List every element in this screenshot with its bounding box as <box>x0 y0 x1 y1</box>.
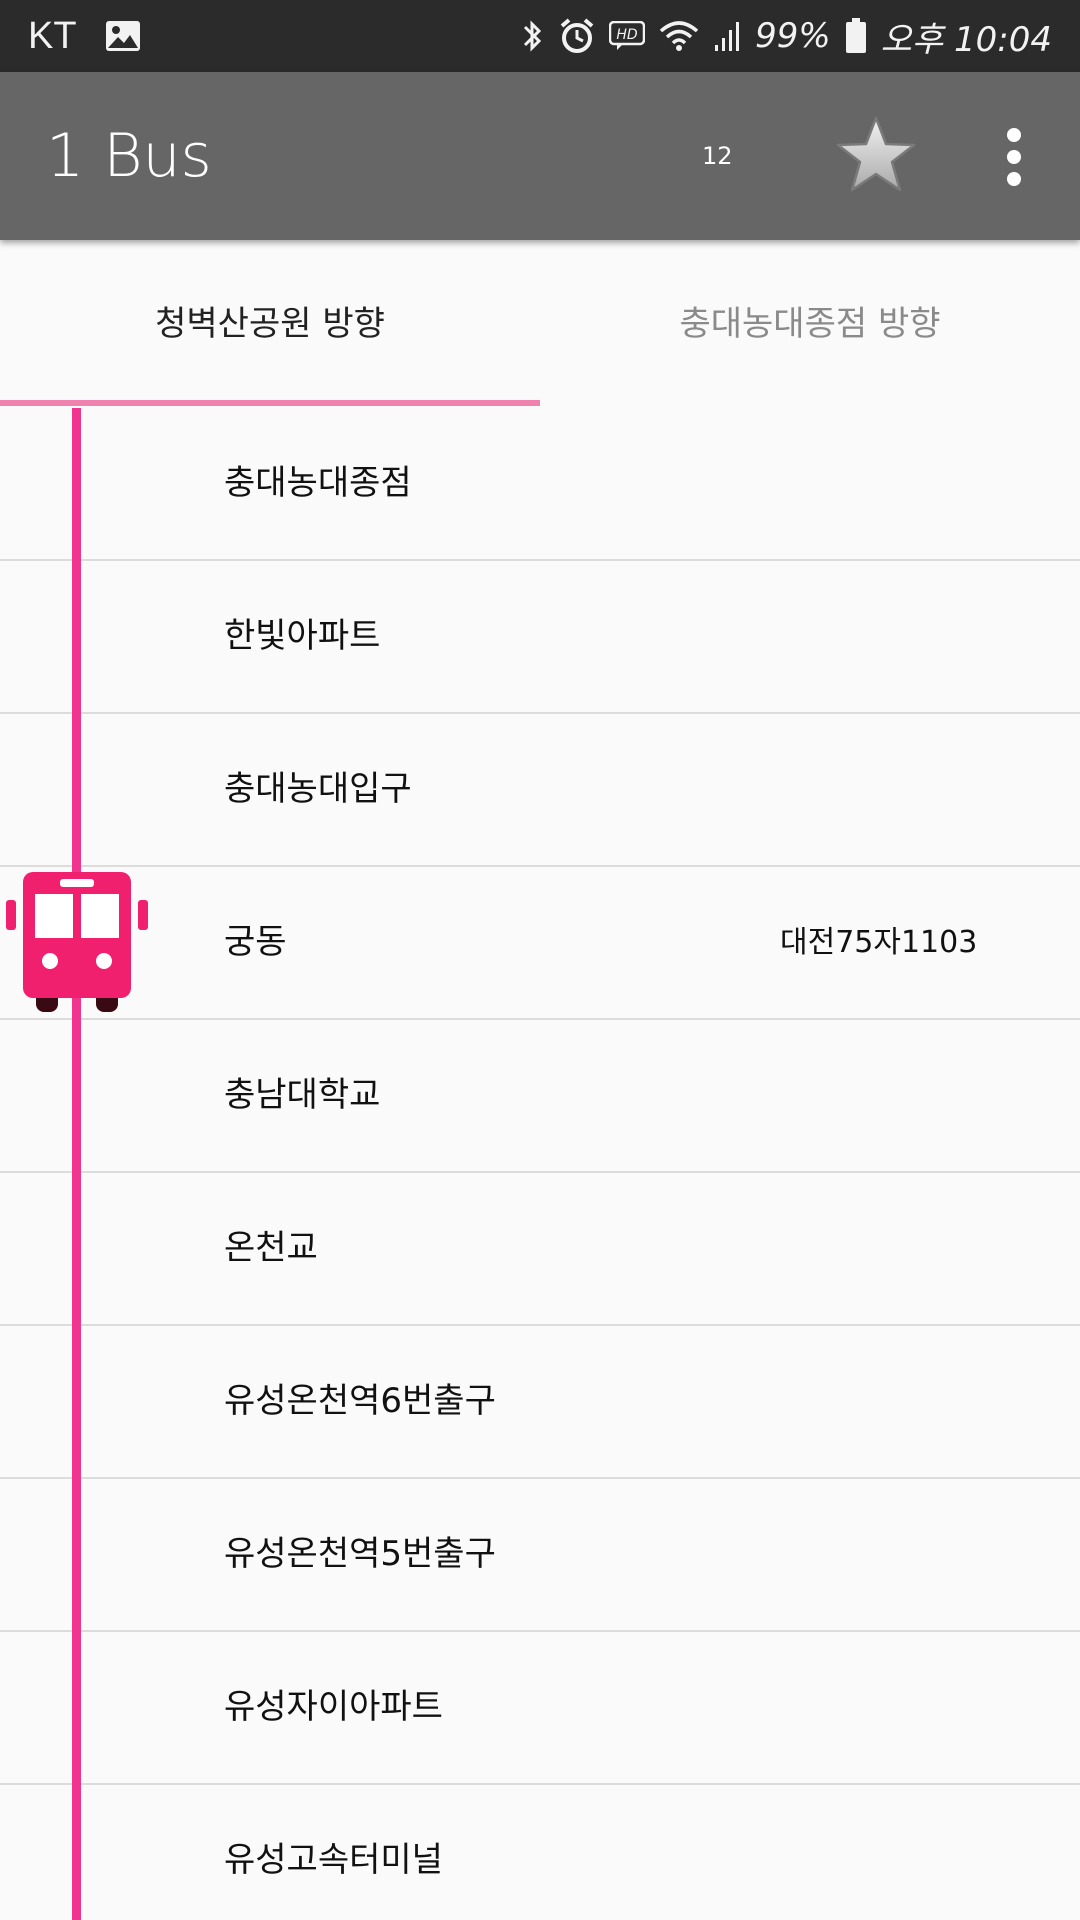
stop-name: 충남대학교 <box>224 1075 381 1115</box>
tab-direction-1[interactable]: 청벽산공원 방향 <box>0 240 540 408</box>
stop-name: 충대농대입구 <box>224 769 412 809</box>
status-left: KT <box>28 0 141 72</box>
star-icon <box>836 116 916 192</box>
battery-percent: 99% <box>755 16 831 56</box>
stop-row[interactable]: 유성고속터미널 <box>0 1785 1080 1920</box>
clock: 오후 10:04 <box>880 19 1052 60</box>
stop-row[interactable]: 유성온천역6번출구 <box>0 1326 1080 1479</box>
stop-name: 충대농대종점 <box>224 463 412 503</box>
stop-row[interactable]: 한빛아파트 <box>0 561 1080 714</box>
stop-name: 한빛아파트 <box>224 616 381 656</box>
signal-icon <box>713 19 741 53</box>
app-bar: 1 Bus 12 <box>0 72 1080 240</box>
hd-voice-icon: HD <box>609 21 646 51</box>
image-icon <box>105 20 141 52</box>
stop-name: 유성온천역6번출구 <box>224 1381 496 1421</box>
stop-list: 충대농대종점 한빛아파트 충대농대입구 궁동 대전75자1103 충남대학교 온… <box>0 408 1080 1920</box>
app-bar-secondary-label: 12 <box>702 142 733 170</box>
stop-row[interactable]: 유성온천역5번출구 <box>0 1479 1080 1632</box>
stop-name: 유성온천역5번출구 <box>224 1534 496 1574</box>
tab-direction-2[interactable]: 충대농대종점 방향 <box>540 240 1080 408</box>
battery-icon <box>845 18 867 54</box>
stop-row[interactable]: 충대농대입구 <box>0 714 1080 867</box>
status-bar: KT HD 99% 오후 10:04 <box>0 0 1080 72</box>
bus-plate: 대전75자1103 <box>780 925 978 960</box>
bluetooth-icon <box>521 17 545 55</box>
svg-text:HD: HD <box>616 27 638 43</box>
direction-tabs: 청벽산공원 방향 충대농대종점 방향 <box>0 240 1080 408</box>
stop-row[interactable]: 궁동 대전75자1103 <box>0 867 1080 1020</box>
more-vert-icon <box>994 128 1034 186</box>
route-line <box>72 408 81 1920</box>
favorite-button[interactable] <box>834 114 918 198</box>
stop-name: 유성자이아파트 <box>224 1687 443 1727</box>
carrier-label: KT <box>28 14 77 57</box>
stop-row[interactable]: 충남대학교 <box>0 1020 1080 1173</box>
status-right: HD 99% 오후 10:04 <box>521 0 1052 72</box>
alarm-icon <box>559 17 595 55</box>
bus-icon[interactable] <box>6 870 148 1016</box>
app-title: 1 Bus <box>46 121 212 191</box>
tab-indicator <box>0 400 540 406</box>
stop-name: 유성고속터미널 <box>224 1840 443 1880</box>
stop-row[interactable]: 충대농대종점 <box>0 408 1080 561</box>
stop-row[interactable]: 유성자이아파트 <box>0 1632 1080 1785</box>
wifi-icon <box>659 19 699 53</box>
more-options-button[interactable] <box>994 128 1034 188</box>
stop-name: 온천교 <box>224 1228 318 1268</box>
stop-row[interactable]: 온천교 <box>0 1173 1080 1326</box>
stop-name: 궁동 <box>224 922 287 962</box>
